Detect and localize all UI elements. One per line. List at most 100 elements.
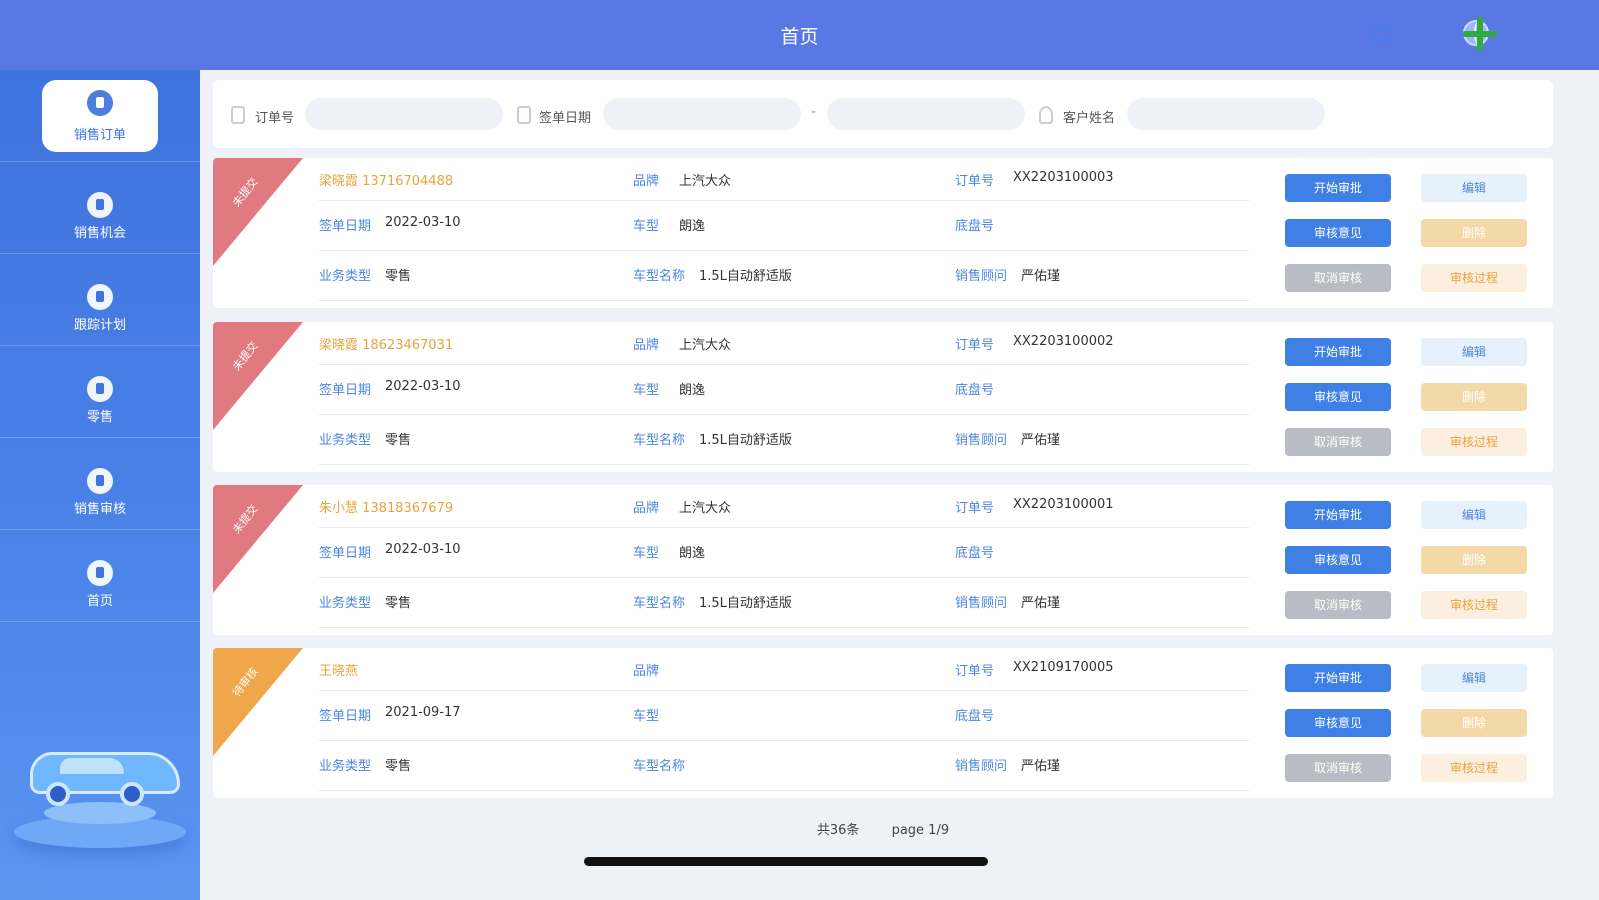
review-process-button[interactable]: 审核过程 xyxy=(1421,428,1527,456)
sidebar-item-home[interactable]: 首页 xyxy=(0,530,200,622)
start-review-button[interactable]: 开始审批 xyxy=(1285,664,1391,692)
row-divider xyxy=(319,790,1249,791)
business-type-value: 零售 xyxy=(385,596,412,611)
consultant-value: 严佑瑾 xyxy=(1021,596,1061,611)
start-review-button[interactable]: 开始审批 xyxy=(1285,501,1391,529)
vin-label: 底盘号 xyxy=(955,709,995,724)
sidebar-item-tracking-plan[interactable]: 跟踪计划 xyxy=(0,254,200,346)
edit-button[interactable]: 编辑 xyxy=(1421,174,1527,202)
review-opinion-button[interactable]: 审核意见 xyxy=(1285,219,1391,247)
sidebar-item-label: 跟踪计划 xyxy=(73,318,126,333)
edit-button[interactable]: 编辑 xyxy=(1421,338,1527,366)
sign-date-label: 签单日期 xyxy=(319,546,372,561)
delete-button[interactable]: 删除 xyxy=(1421,383,1527,411)
order-no-value: XX2203100001 xyxy=(1013,497,1114,512)
document-icon xyxy=(87,468,113,494)
edit-button[interactable]: 编辑 xyxy=(1421,664,1527,692)
customer-name-label: 客户姓名 xyxy=(1063,111,1116,126)
model-name-value: 1.5L自动舒适版 xyxy=(699,269,792,284)
date-from-input[interactable] xyxy=(603,98,801,130)
order-icon xyxy=(87,90,113,116)
status-ribbon: 待审核 xyxy=(213,648,303,758)
status-ribbon: 未提交 xyxy=(213,158,303,268)
review-process-button[interactable]: 审核过程 xyxy=(1421,264,1527,292)
customer-name-phone: 梁晓霞 18623467031 xyxy=(319,338,454,353)
status-ribbon: 未提交 xyxy=(213,322,303,432)
add-order-button[interactable] xyxy=(1462,16,1498,52)
search-button[interactable] xyxy=(1367,20,1397,50)
brand-value: 上汽大众 xyxy=(679,338,732,353)
brand-label: 品牌 xyxy=(633,501,660,516)
sidebar-item-sales-review[interactable]: 销售审核 xyxy=(0,438,200,530)
model-label: 车型 xyxy=(633,546,660,561)
date-separator: - xyxy=(811,104,817,120)
model-value: 朗逸 xyxy=(679,383,706,398)
customer-name-input[interactable] xyxy=(1127,98,1325,130)
sidebar-item-label: 销售机会 xyxy=(73,226,126,241)
cancel-review-button[interactable]: 取消审核 xyxy=(1285,591,1391,619)
start-review-button[interactable]: 开始审批 xyxy=(1285,174,1391,202)
consultant-value: 严佑瑾 xyxy=(1021,269,1061,284)
row-divider xyxy=(319,200,1249,201)
sidebar-item-retail[interactable]: 零售 xyxy=(0,346,200,438)
clock-icon xyxy=(87,284,113,310)
consultant-value: 严佑瑾 xyxy=(1021,759,1061,774)
location-pin-icon xyxy=(87,192,113,218)
home-indicator[interactable] xyxy=(584,857,988,866)
consultant-label: 销售顾问 xyxy=(955,759,1008,774)
model-value: 朗逸 xyxy=(679,219,706,234)
review-opinion-button[interactable]: 审核意见 xyxy=(1285,383,1391,411)
sidebar-item-sales-opportunity[interactable]: 销售机会 xyxy=(0,162,200,254)
order-no-label: 订单号 xyxy=(955,501,995,516)
review-process-button[interactable]: 审核过程 xyxy=(1421,754,1527,782)
row-divider xyxy=(319,414,1249,415)
sign-date-label: 签单日期 xyxy=(539,111,592,126)
business-type-value: 零售 xyxy=(385,269,412,284)
sign-date-label: 签单日期 xyxy=(319,709,372,724)
order-no-input[interactable] xyxy=(305,98,503,130)
delete-button[interactable]: 删除 xyxy=(1421,546,1527,574)
model-label: 车型 xyxy=(633,709,660,724)
model-name-label: 车型名称 xyxy=(633,269,686,284)
date-to-input[interactable] xyxy=(827,98,1025,130)
vin-label: 底盘号 xyxy=(955,383,995,398)
customer-name-phone: 王晓燕 xyxy=(319,664,359,679)
order-card[interactable]: 待审核 王晓燕 品牌 订单号 XX2109170005 签单日期 2021-09-17 车型 底… xyxy=(213,648,1553,798)
delete-button[interactable]: 删除 xyxy=(1421,709,1527,737)
status-ribbon: 未提交 xyxy=(213,485,303,595)
sidebar-item-label: 零售 xyxy=(86,410,113,425)
sign-date-value: 2021-09-17 xyxy=(385,705,461,720)
brand-value: 上汽大众 xyxy=(679,174,732,189)
cancel-review-button[interactable]: 取消审核 xyxy=(1285,264,1391,292)
brand-label: 品牌 xyxy=(633,338,660,353)
vin-label: 底盘号 xyxy=(955,546,995,561)
cancel-review-button[interactable]: 取消审核 xyxy=(1285,428,1391,456)
review-opinion-button[interactable]: 审核意见 xyxy=(1285,709,1391,737)
model-label: 车型 xyxy=(633,219,660,234)
review-opinion-button[interactable]: 审核意见 xyxy=(1285,546,1391,574)
row-divider xyxy=(319,464,1249,465)
customer-name-phone: 朱小慧 13818367679 xyxy=(319,501,454,516)
row-divider xyxy=(319,364,1249,365)
model-value: 朗逸 xyxy=(679,546,706,561)
app-header: 首页 xyxy=(0,0,1599,70)
row-divider xyxy=(319,527,1249,528)
edit-button[interactable]: 编辑 xyxy=(1421,501,1527,529)
order-card[interactable]: 未提交 朱小慧 13818367679 品牌 上汽大众 订单号 XX2203100001 签… xyxy=(213,485,1553,635)
consultant-label: 销售顾问 xyxy=(955,596,1008,611)
consultant-value: 严佑瑾 xyxy=(1021,433,1061,448)
row-divider xyxy=(319,250,1249,251)
order-card[interactable]: 未提交 梁晓霞 18623467031 品牌 上汽大众 订单号 XX2203100002 签… xyxy=(213,322,1553,472)
review-process-button[interactable]: 审核过程 xyxy=(1421,591,1527,619)
start-review-button[interactable]: 开始审批 xyxy=(1285,338,1391,366)
sign-date-label: 签单日期 xyxy=(319,219,372,234)
page-title: 首页 xyxy=(780,26,819,48)
order-card[interactable]: 未提交 梁晓霞 13716704488 品牌 上汽大众 订单号 XX2203100003 签… xyxy=(213,158,1553,308)
cancel-review-button[interactable]: 取消审核 xyxy=(1285,754,1391,782)
consultant-label: 销售顾问 xyxy=(955,269,1008,284)
consultant-label: 销售顾问 xyxy=(955,433,1008,448)
sidebar-item-sales-orders[interactable]: 销售订单 xyxy=(0,70,200,162)
order-no-label: 订单号 xyxy=(955,338,995,353)
sidebar: 销售订单 销售机会 跟踪计划 零售 销售审核 首页 xyxy=(0,70,200,900)
delete-button[interactable]: 删除 xyxy=(1421,219,1527,247)
